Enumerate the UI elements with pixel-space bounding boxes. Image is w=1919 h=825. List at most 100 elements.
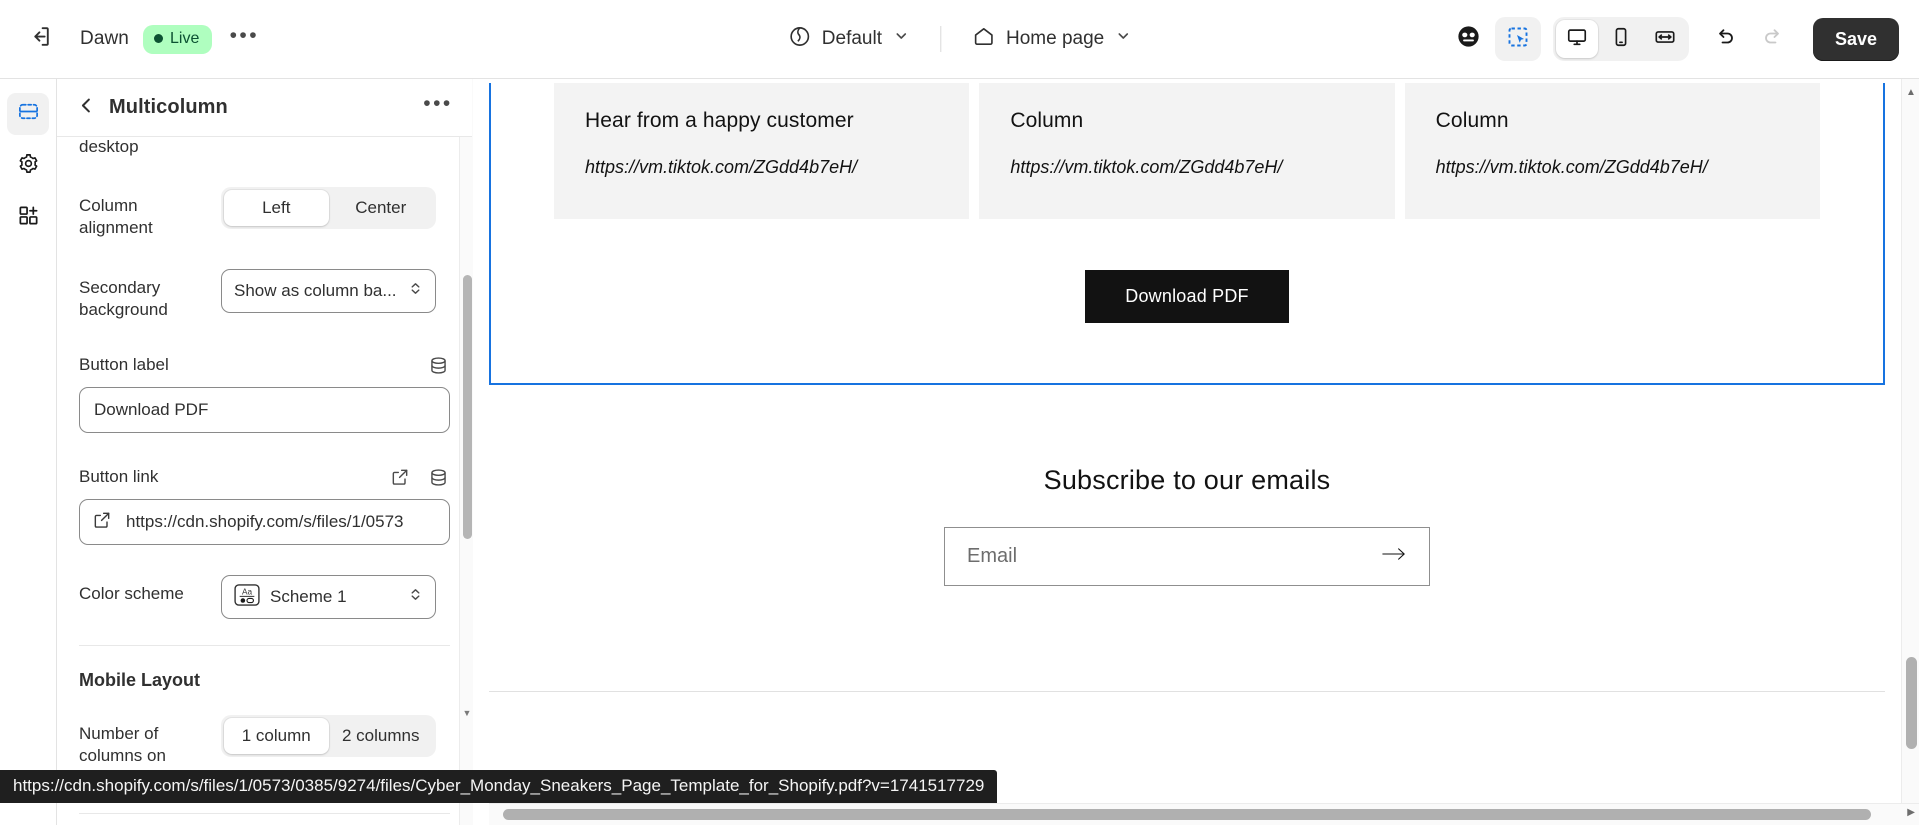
sidebar-body: desktop Column alignment Left Center Sec… bbox=[57, 137, 472, 825]
secondary-background-label: Secondary background bbox=[79, 278, 168, 319]
columns-option-2[interactable]: 2 columns bbox=[329, 718, 434, 754]
viewport-switcher bbox=[1552, 17, 1689, 61]
select-tool-icon bbox=[1506, 25, 1530, 54]
dynamic-source-icon[interactable] bbox=[426, 353, 450, 377]
field-column-alignment: Column alignment Left Center bbox=[79, 187, 450, 239]
sidebar-scrollbar[interactable]: ▲ ▼ bbox=[459, 79, 473, 825]
secondary-background-select[interactable]: Show as column ba... bbox=[221, 269, 436, 313]
save-button[interactable]: Save bbox=[1812, 17, 1899, 61]
preview-column[interactable]: Column https://vm.tiktok.com/ZGdd4b7eH/ bbox=[979, 83, 1395, 219]
sidebar-scroll-down-arrow[interactable]: ▼ bbox=[460, 705, 474, 721]
sidebar-item-theme-settings[interactable] bbox=[7, 145, 49, 187]
column-title: Column bbox=[1435, 109, 1509, 132]
button-link-label: Button link bbox=[79, 467, 159, 486]
topbar-center-group: Default Home page bbox=[775, 0, 1144, 78]
topbar-right-group: Save bbox=[1447, 17, 1899, 61]
button-link-value: https://cdn.shopify.com/s/files/1/0573 bbox=[126, 512, 404, 531]
column-title: Hear from a happy customer bbox=[585, 109, 854, 132]
newsletter-title: Subscribe to our emails bbox=[1043, 465, 1331, 495]
section-more-actions-button[interactable]: ••• bbox=[420, 90, 456, 126]
sidebar-divider-bottom bbox=[79, 813, 450, 814]
sidebar-scroll-thumb[interactable] bbox=[463, 275, 472, 539]
left-rail bbox=[0, 79, 57, 825]
viewport-desktop-button[interactable] bbox=[1555, 20, 1598, 58]
preview-scroll-right-arrow[interactable]: ▶ bbox=[1907, 807, 1915, 818]
viewport-fullwidth-button[interactable] bbox=[1644, 20, 1686, 58]
external-link-icon[interactable] bbox=[388, 465, 412, 489]
column-alignment-label: Column alignment bbox=[79, 196, 153, 237]
live-dot-icon bbox=[153, 34, 163, 43]
secondary-background-value: Show as column ba... bbox=[234, 281, 397, 300]
inspector-icon bbox=[1455, 23, 1482, 55]
preview-horizontal-scrollbar[interactable]: ▶ bbox=[489, 803, 1919, 825]
theme-more-actions-button[interactable]: ••• bbox=[224, 19, 264, 59]
sidebar-divider bbox=[79, 645, 450, 646]
color-scheme-select[interactable]: Aa Scheme 1 bbox=[221, 575, 436, 619]
home-icon bbox=[972, 25, 995, 54]
sidebar-item-apps[interactable] bbox=[7, 197, 49, 239]
sidebar-item-sections[interactable] bbox=[7, 93, 49, 135]
preview-vertical-scrollbar[interactable]: ▲ ▼ bbox=[1901, 79, 1919, 825]
undo-icon bbox=[1713, 25, 1737, 54]
multicolumn-section[interactable]: Hear from a happy customer https://vm.ti… bbox=[489, 83, 1885, 385]
chevron-left-icon bbox=[77, 96, 96, 120]
preview-horizontal-scroll-thumb[interactable] bbox=[503, 809, 1871, 820]
clipped-label-desktop: desktop bbox=[79, 137, 139, 156]
field-secondary-background: Secondary background Show as column ba..… bbox=[79, 269, 450, 321]
columns-option-1[interactable]: 1 column bbox=[224, 718, 329, 754]
svg-text:Aa: Aa bbox=[242, 587, 253, 596]
field-button-link-header: Button link bbox=[79, 465, 450, 489]
button-link-input[interactable]: https://cdn.shopify.com/s/files/1/0573 bbox=[79, 499, 450, 545]
desktop-icon bbox=[1566, 26, 1588, 53]
preview-vertical-scroll-thumb[interactable] bbox=[1906, 657, 1917, 749]
theme-name: Dawn bbox=[80, 28, 129, 49]
column-alignment-option-left[interactable]: Left bbox=[224, 190, 329, 226]
column-link: https://vm.tiktok.com/ZGdd4b7eH/ bbox=[1435, 157, 1708, 177]
chevron-down-icon bbox=[1115, 28, 1131, 50]
color-scheme-icon: Aa bbox=[234, 583, 260, 611]
locale-label: Default bbox=[821, 28, 882, 49]
settings-sidebar: Multicolumn ••• desktop Column alignment… bbox=[57, 79, 473, 825]
color-scheme-label: Color scheme bbox=[79, 584, 184, 603]
multicolumn-columns: Hear from a happy customer https://vm.ti… bbox=[491, 83, 1883, 219]
status-bar-url: https://cdn.shopify.com/s/files/1/0573/0… bbox=[0, 770, 998, 803]
column-alignment-segmented: Left Center bbox=[221, 187, 436, 229]
topbar-divider bbox=[939, 26, 941, 52]
chevron-down-icon bbox=[893, 28, 909, 50]
sidebar-header: Multicolumn ••• bbox=[57, 79, 472, 137]
download-pdf-button[interactable]: Download PDF bbox=[1085, 270, 1289, 323]
undo-button[interactable] bbox=[1703, 17, 1747, 61]
footer-divider bbox=[489, 691, 1885, 692]
mobile-layout-heading: Mobile Layout bbox=[79, 670, 200, 690]
column-link: https://vm.tiktok.com/ZGdd4b7eH/ bbox=[1010, 157, 1283, 177]
preview-scroll-up-arrow[interactable]: ▲ bbox=[1902, 82, 1919, 102]
preview-column[interactable]: Hear from a happy customer https://vm.ti… bbox=[554, 83, 970, 219]
columns-on-mobile-segmented: 1 column 2 columns bbox=[221, 715, 436, 757]
redo-icon bbox=[1761, 25, 1785, 54]
viewport-mobile-button[interactable] bbox=[1600, 20, 1642, 58]
fullwidth-icon bbox=[1654, 26, 1676, 53]
arrow-right-icon[interactable] bbox=[1381, 544, 1407, 569]
locale-selector[interactable]: Default bbox=[775, 17, 922, 62]
globe-icon bbox=[788, 25, 811, 54]
topbar-left-group: Dawn Live ••• bbox=[0, 17, 264, 61]
newsletter-section: Subscribe to our emails Email bbox=[489, 424, 1885, 586]
field-button-label-header: Button label bbox=[79, 353, 450, 377]
exit-editor-button[interactable] bbox=[18, 17, 62, 61]
page-selector[interactable]: Home page bbox=[959, 17, 1144, 62]
button-label-input[interactable] bbox=[79, 387, 450, 433]
preview-column[interactable]: Column https://vm.tiktok.com/ZGdd4b7eH/ bbox=[1404, 83, 1820, 219]
status-badge: Live bbox=[142, 24, 213, 54]
live-badge-label: Live bbox=[169, 29, 200, 47]
button-label-label: Button label bbox=[79, 355, 169, 374]
inspector-toggle-button[interactable] bbox=[1447, 17, 1491, 61]
page-title: Multicolumn bbox=[109, 96, 228, 118]
column-alignment-option-center[interactable]: Center bbox=[329, 190, 434, 226]
select-tool-button[interactable] bbox=[1494, 17, 1541, 61]
back-button[interactable] bbox=[69, 91, 103, 125]
top-bar: Dawn Live ••• Default Home page Save bbox=[0, 0, 1919, 79]
theme-preview: Hear from a happy customer https://vm.ti… bbox=[489, 79, 1901, 825]
column-title: Column bbox=[1010, 109, 1084, 132]
dynamic-source-icon[interactable] bbox=[426, 465, 450, 489]
newsletter-email-field[interactable]: Email bbox=[944, 527, 1430, 586]
